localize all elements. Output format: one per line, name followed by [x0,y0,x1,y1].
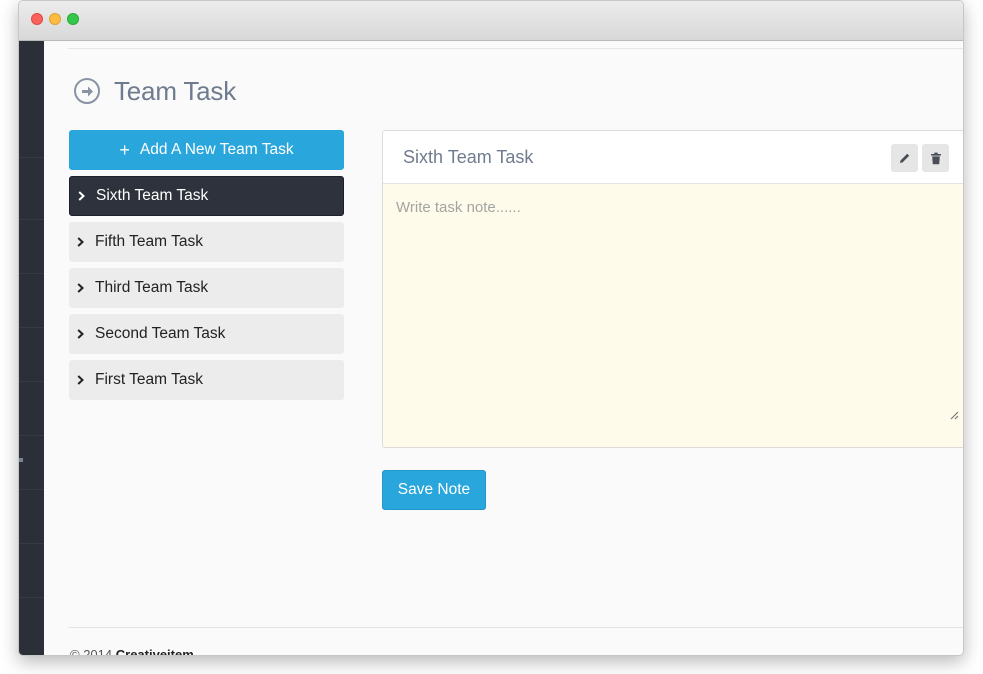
sidebar-divider [19,273,44,274]
footer-copyright: © 2014 Creativeitem [70,647,194,656]
task-note-panel: Sixth Team Task [382,130,963,448]
add-team-task-label: Add A New Team Task [139,141,294,158]
task-item-label: Fifth Team Task [95,233,203,250]
sidebar-divider [19,327,44,328]
trash-icon [930,152,941,164]
sidebar-divider [19,597,44,598]
task-note-input[interactable] [383,185,963,447]
page-header: Team Task [74,73,236,109]
sidebar-divider [19,219,44,220]
task-item-sixth[interactable]: Sixth Team Task [69,176,344,216]
task-item-label: Third Team Task [95,279,209,296]
task-item-third[interactable]: Third Team Task [69,268,344,308]
minimize-window-button[interactable] [49,13,61,25]
footer-brand-link[interactable]: Creativeitem [116,647,194,655]
task-item-label: Sixth Team Task [96,187,209,204]
pencil-icon [899,153,909,163]
arrow-circle-right-icon [74,78,100,104]
chevron-right-icon [77,283,87,293]
chevron-right-icon [77,329,87,339]
sidebar-divider [19,489,44,490]
sidebar-divider [19,435,44,436]
task-item-second[interactable]: Second Team Task [69,314,344,354]
note-panel-title: Sixth Team Task [403,146,534,167]
resize-handle-icon[interactable] [949,410,959,420]
note-panel-header: Sixth Team Task [383,131,963,184]
delete-task-button[interactable] [922,144,949,172]
window-titlebar [19,1,963,41]
sidebar-divider [19,543,44,544]
main-content: Team Task + Add A New Team Task Sixth Te… [44,41,963,656]
app-sidebar [19,41,44,655]
task-item-label: Second Team Task [95,325,226,342]
chevron-right-icon [77,237,87,247]
top-divider [68,48,963,49]
sidebar-divider [19,157,44,158]
footer-divider [68,627,963,628]
edit-task-button[interactable] [891,144,918,172]
sidebar-toggle-handle[interactable] [19,458,23,462]
save-note-button[interactable]: Save Note [382,470,486,510]
chevron-right-icon [77,375,87,385]
browser-window: Team Task + Add A New Team Task Sixth Te… [18,0,964,656]
task-item-fifth[interactable]: Fifth Team Task [69,222,344,262]
maximize-window-button[interactable] [67,13,79,25]
copyright-text: © 2014 [70,647,113,656]
task-item-label: First Team Task [95,371,203,388]
close-window-button[interactable] [31,13,43,25]
page-title: Team Task [114,75,236,106]
add-team-task-button[interactable]: + Add A New Team Task [69,130,344,170]
sidebar-divider [19,381,44,382]
task-item-first[interactable]: First Team Task [69,360,344,400]
chevron-right-icon [78,191,88,201]
plus-icon: + [119,140,130,160]
